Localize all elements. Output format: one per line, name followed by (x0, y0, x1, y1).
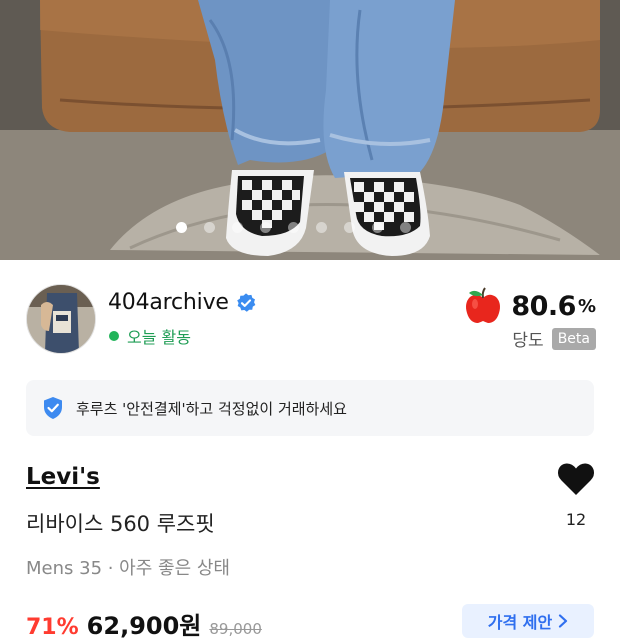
activity-status: 오늘 활동 (109, 324, 191, 348)
avatar-image (27, 285, 95, 353)
carousel-dot[interactable] (288, 222, 299, 233)
price-offer-button[interactable]: 가격 제안 (462, 604, 594, 638)
carousel-dot[interactable] (204, 222, 215, 233)
activity-text: 오늘 활동 (127, 328, 191, 347)
safe-payment-banner[interactable]: 후루츠 '안전결제'하고 걱정없이 거래하세요 (26, 380, 594, 436)
like-count: 12 (565, 510, 587, 529)
price-offer-label: 가격 제안 (487, 613, 553, 632)
chevron-right-icon (559, 614, 568, 628)
carousel-dot[interactable] (400, 222, 411, 233)
original-price: 89,000 (209, 620, 262, 638)
carousel-dot[interactable] (232, 222, 243, 233)
seller-name-text[interactable]: 404archive (108, 290, 229, 315)
score-label-group[interactable]: 당도 Beta (512, 326, 596, 351)
product-meta: Mens 35 · 아주 좋은 상태 (26, 558, 230, 579)
apple-icon (466, 287, 501, 323)
score-value: 80.6 (511, 290, 576, 322)
carousel-dot[interactable] (372, 222, 383, 233)
seller-name[interactable]: 404archive (108, 290, 257, 315)
verified-badge-icon (236, 292, 256, 312)
carousel-dot[interactable] (344, 222, 355, 233)
price-row: 71% 62,900원 89,000 (26, 606, 262, 640)
score-unit: % (577, 295, 596, 317)
score-label: 당도 (512, 331, 544, 351)
seller-section: 404archive 오늘 활동 80.6 % 당도 Beta (26, 284, 596, 358)
shield-check-icon (44, 397, 62, 419)
avatar[interactable] (26, 284, 96, 354)
carousel-dot[interactable] (260, 222, 271, 233)
discount-rate: 71% (26, 615, 79, 640)
carousel-dot[interactable] (316, 222, 327, 233)
product-title: 리바이스 560 루즈핏 (26, 512, 215, 536)
like-button[interactable]: 12 (548, 462, 604, 529)
carousel-dot[interactable] (176, 222, 187, 233)
carousel-indicator[interactable] (0, 222, 620, 234)
product-photo-illustration (0, 0, 620, 260)
product-photo[interactable] (0, 0, 620, 260)
heart-icon (557, 463, 595, 495)
sale-price: 62,900원 (86, 612, 202, 640)
banner-text: 후루츠 '안전결제'하고 걱정없이 거래하세요 (76, 399, 347, 418)
online-dot-icon (109, 331, 119, 341)
beta-badge: Beta (551, 327, 596, 350)
sweetness-score[interactable]: 80.6 % (463, 286, 596, 326)
brand-link[interactable]: Levi's (26, 464, 100, 490)
